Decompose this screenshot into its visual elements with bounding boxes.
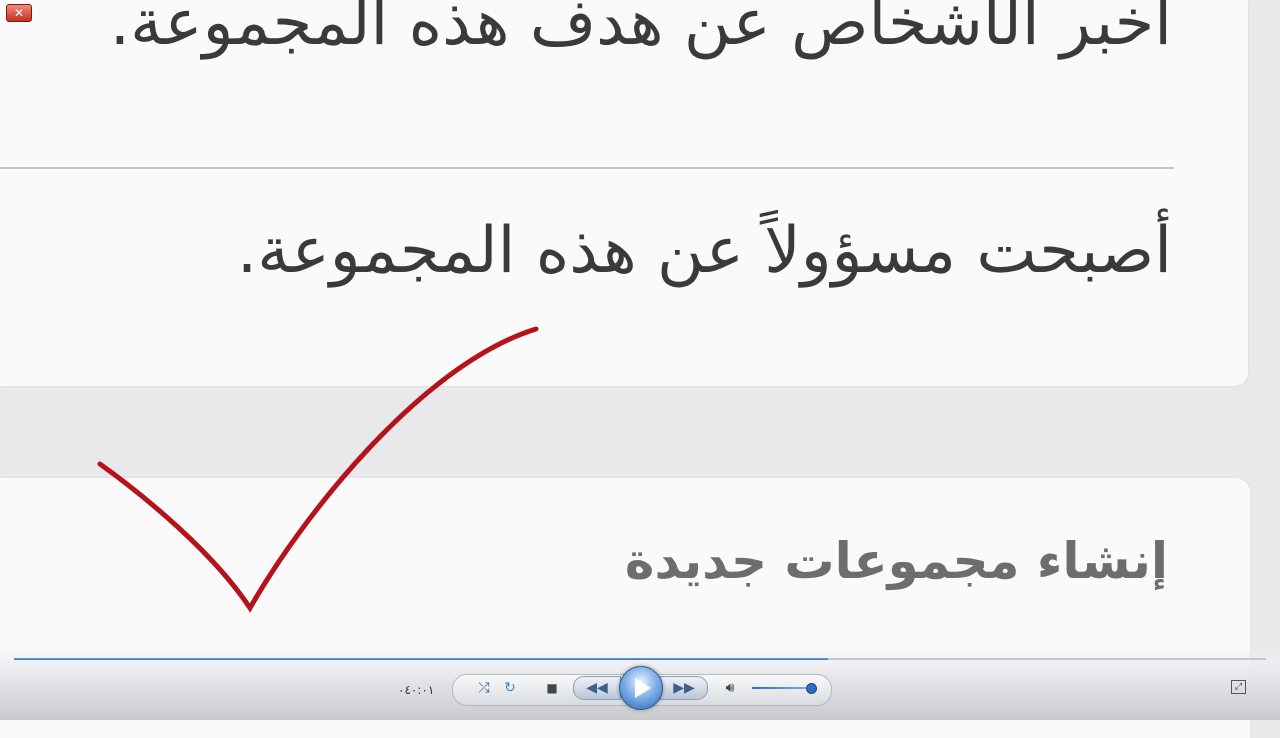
seek-bar-fill [14,658,828,660]
fullscreen-icon[interactable]: ⤢ [1231,680,1246,694]
elapsed-time: ٠٤٠:٠١ [398,683,435,697]
repeat-icon[interactable]: ↻ [500,677,520,699]
previous-icon[interactable]: ◀◀ [573,676,621,700]
stop-icon[interactable]: ■ [542,677,562,699]
next-icon[interactable]: ▶▶ [660,676,708,700]
play-button[interactable] [619,666,663,710]
volume-slider-knob[interactable] [806,683,817,694]
volume-slider[interactable] [752,687,812,689]
volume-icon[interactable]: 🔊︎ [720,677,740,699]
seek-bar[interactable] [14,658,1266,660]
play-icon [635,678,651,698]
shuffle-icon[interactable]: ⤮ [474,677,494,699]
checkmark-annotation [97,326,539,613]
